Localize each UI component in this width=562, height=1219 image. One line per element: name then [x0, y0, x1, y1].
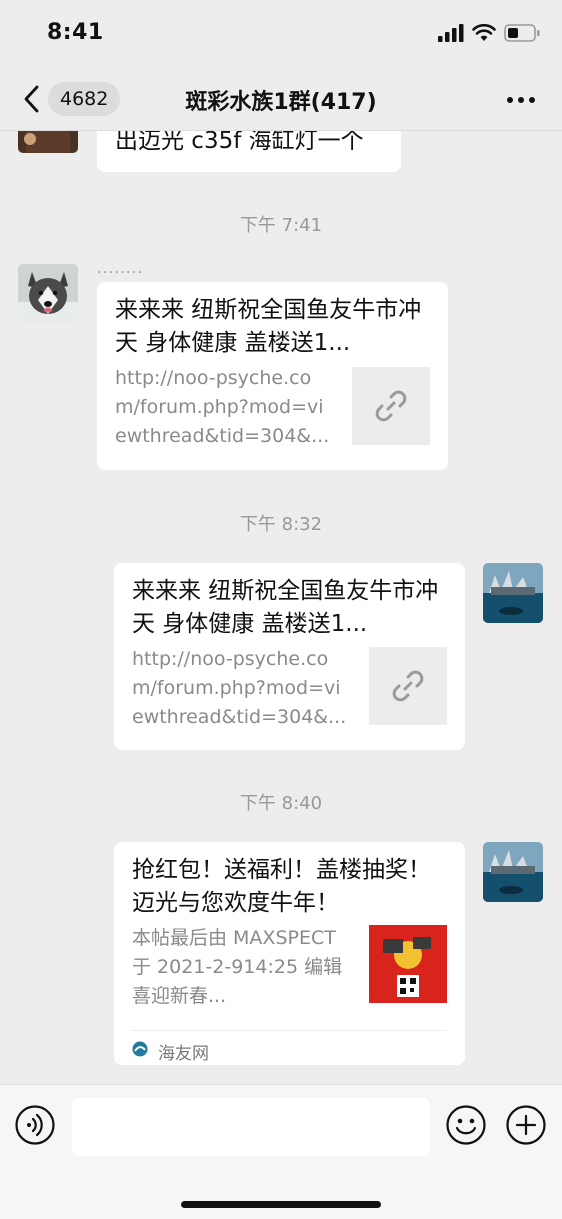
avatar[interactable] [18, 131, 78, 153]
link-title: 来来来 纽斯祝全国鱼友牛市冲天 身体健康 盖楼送1... [115, 297, 422, 356]
link-description: http://noo-psyche.com/forum.php?mod=view… [115, 367, 330, 447]
link-thumbnail [352, 367, 430, 445]
chat-title: 斑彩水族1群(417) [185, 90, 377, 115]
emoji-icon[interactable] [446, 1105, 486, 1145]
link-card[interactable]: 来来来 纽斯祝全国鱼友牛市冲天 身体健康 盖楼送1... http://noo-… [97, 282, 448, 470]
battery-icon [504, 24, 540, 42]
message-input[interactable] [72, 1098, 430, 1156]
home-indicator [181, 1201, 381, 1208]
status-bar: 8:41 [0, 0, 562, 68]
link-thumbnail [369, 647, 447, 725]
article-title: 抢红包！送福利！盖楼抽奖！迈光与您欢度牛年！ [132, 857, 431, 916]
message-bubble[interactable]: 出迈光 c35f 海缸灯一个 [97, 131, 401, 172]
more-dots-icon[interactable] [506, 96, 536, 104]
plus-circle-icon[interactable] [506, 1105, 546, 1145]
wifi-icon [472, 24, 496, 41]
article-thumbnail [369, 925, 447, 1003]
sender-name: ........ [97, 259, 144, 277]
input-bar [0, 1084, 562, 1219]
voice-icon[interactable] [15, 1105, 55, 1145]
avatar[interactable] [483, 563, 543, 623]
source-name: 海友网 [158, 1044, 209, 1064]
article-description: 本帖最后由 MAXSPECT 于 2021-2-914:25 编辑喜迎新春... [132, 927, 343, 1007]
timestamp: 下午 8:32 [239, 514, 323, 535]
cellular-signal-icon [438, 24, 464, 42]
message-list[interactable]: 出迈光 c35f 海缸灯一个 下午 7:41 ........ 来来来 纽斯祝全… [0, 131, 562, 1084]
site-logo-icon [132, 1041, 148, 1057]
avatar[interactable] [18, 264, 78, 324]
link-title: 来来来 纽斯祝全国鱼友牛市冲天 身体健康 盖楼送1... [132, 578, 439, 637]
link-description: http://noo-psyche.com/forum.php?mod=view… [132, 648, 347, 728]
message-text: 出迈光 c35f 海缸灯一个 [115, 131, 364, 154]
timestamp: 下午 7:41 [239, 215, 323, 236]
timestamp: 下午 8:40 [239, 793, 323, 814]
chat-header: 4682 斑彩水族1群(417) [0, 68, 562, 131]
status-icons [438, 24, 540, 42]
article-card[interactable]: 抢红包！送福利！盖楼抽奖！迈光与您欢度牛年！ 本帖最后由 MAXSPECT 于 … [114, 842, 465, 1065]
status-time: 8:41 [47, 20, 104, 45]
avatar[interactable] [483, 842, 543, 902]
link-card[interactable]: 来来来 纽斯祝全国鱼友牛市冲天 身体健康 盖楼送1... http://noo-… [114, 563, 465, 750]
article-source: 海友网 [132, 1030, 447, 1067]
link-icon [375, 390, 407, 422]
link-icon [392, 670, 424, 702]
